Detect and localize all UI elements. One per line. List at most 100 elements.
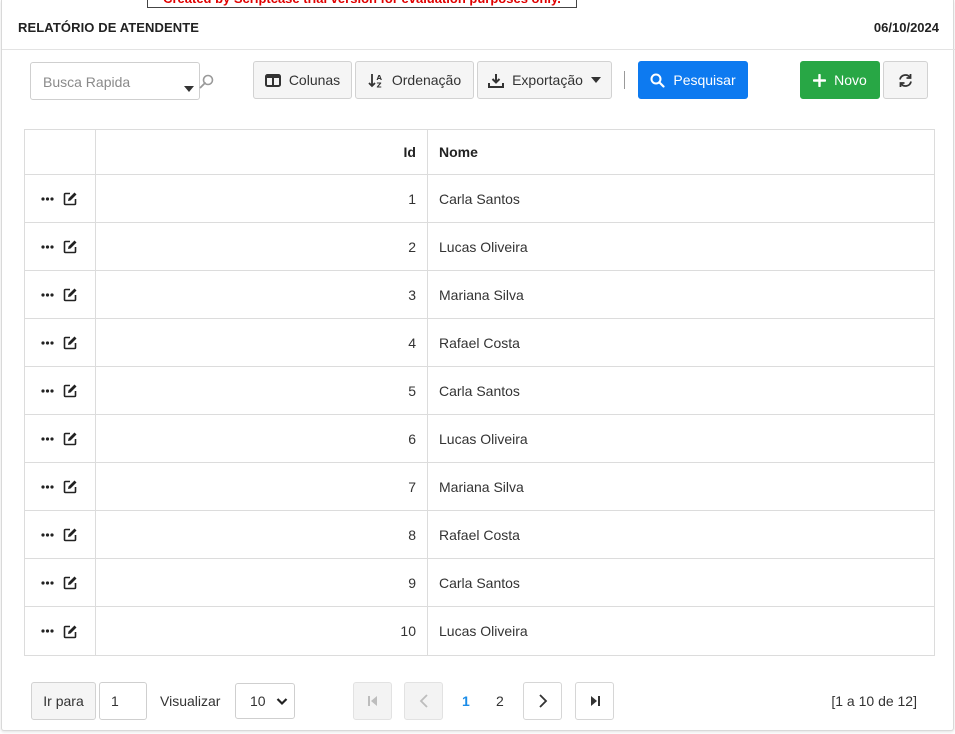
table-row: 7 Mariana Silva: [25, 463, 934, 511]
last-page-icon: [590, 696, 600, 706]
first-page-button[interactable]: [353, 682, 392, 720]
first-page-icon: [367, 696, 377, 706]
cell-nome: Mariana Silva: [439, 286, 524, 303]
page-link-current[interactable]: 1: [462, 693, 470, 709]
cell-nome: Lucas Oliveira: [439, 238, 528, 255]
edit-icon[interactable]: [63, 191, 78, 206]
page-size-value: 10: [250, 693, 266, 709]
download-icon: [488, 73, 505, 88]
edit-icon[interactable]: [63, 383, 78, 398]
columns-icon: [264, 73, 281, 87]
goto-page-input[interactable]: [99, 682, 147, 720]
column-header-id[interactable]: Id: [96, 130, 428, 174]
cell-id: 2: [96, 223, 428, 270]
edit-icon[interactable]: [63, 624, 78, 639]
row-actions: [25, 319, 96, 366]
edit-icon[interactable]: [63, 431, 78, 446]
new-button[interactable]: Novo: [800, 61, 880, 99]
sort-button-label: Ordenação: [391, 72, 462, 88]
cell-id: 1: [96, 175, 428, 222]
columns-button-label: Colunas: [288, 72, 341, 88]
row-actions: [25, 271, 96, 318]
more-options-icon[interactable]: [41, 580, 54, 585]
cell-id: 5: [96, 367, 428, 414]
row-actions: [25, 463, 96, 510]
quick-search-input[interactable]: [43, 72, 153, 92]
column-header-actions: [25, 130, 96, 174]
export-button-label: Exportação: [512, 72, 583, 88]
cell-id: 9: [96, 559, 428, 606]
page-size-select[interactable]: 10: [235, 683, 295, 719]
page-link[interactable]: 2: [496, 693, 504, 709]
report-date: 06/10/2024: [873, 20, 939, 35]
edit-icon[interactable]: [63, 575, 78, 590]
table-row: 1 Carla Santos: [25, 175, 934, 223]
caret-down-icon[interactable]: [184, 79, 194, 97]
report-header: RELATÓRIO DE ATENDENTE 06/10/2024: [2, 8, 955, 50]
cell-id: 10: [96, 607, 428, 655]
table-header-row: Id Nome: [25, 130, 934, 175]
cell-nome: Carla Santos: [439, 574, 520, 591]
more-options-icon[interactable]: [41, 292, 54, 297]
export-button[interactable]: Exportação: [477, 61, 612, 99]
row-actions: [25, 607, 96, 655]
search-icon[interactable]: [199, 74, 214, 94]
cell-nome: Carla Santos: [439, 190, 520, 207]
table-row: 6 Lucas Oliveira: [25, 415, 934, 463]
sort-icon: AZ: [368, 73, 382, 88]
page-title: RELATÓRIO DE ATENDENTE: [18, 20, 200, 35]
svg-text:Z: Z: [376, 81, 381, 88]
cell-id: 8: [96, 511, 428, 558]
more-options-icon[interactable]: [41, 532, 54, 537]
sort-button[interactable]: AZ Ordenação: [355, 61, 474, 99]
edit-icon[interactable]: [63, 479, 78, 494]
edit-icon[interactable]: [63, 287, 78, 302]
more-options-icon[interactable]: [41, 244, 54, 249]
table-row: 2 Lucas Oliveira: [25, 223, 934, 271]
report-panel: RELATÓRIO DE ATENDENTE 06/10/2024 Coluna…: [1, 0, 955, 731]
search-button-label: Pesquisar: [673, 72, 736, 88]
last-page-button[interactable]: [575, 682, 614, 720]
refresh-icon: [899, 73, 912, 87]
row-actions: [25, 367, 96, 414]
goto-page-button[interactable]: Ir para: [31, 682, 96, 720]
trial-banner: Created by Scriptcase trial version for …: [147, 0, 577, 8]
search-button[interactable]: Pesquisar: [638, 61, 748, 99]
records-summary: [1 a 10 de 12]: [831, 693, 917, 709]
edit-icon[interactable]: [63, 239, 78, 254]
cell-nome: Carla Santos: [439, 382, 520, 399]
quick-search[interactable]: [30, 62, 214, 100]
cell-nome: Mariana Silva: [439, 478, 524, 495]
new-button-label: Novo: [834, 72, 867, 88]
table-row: 5 Carla Santos: [25, 367, 934, 415]
more-options-icon[interactable]: [41, 196, 54, 201]
column-header-nome[interactable]: Nome: [428, 130, 934, 174]
cell-id: 6: [96, 415, 428, 462]
cell-id: 3: [96, 271, 428, 318]
cell-nome: Lucas Oliveira: [439, 623, 528, 639]
edit-icon[interactable]: [63, 335, 78, 350]
next-page-button[interactable]: [523, 682, 562, 720]
table-row: 8 Rafael Costa: [25, 511, 934, 559]
records-table: Id Nome 1 Carla Santos 2 Lucas Oliveira 3 Mar…: [24, 129, 935, 656]
pagination-bar: Ir para Visualizar 10 1 2 [1 a 10 de 12]: [2, 680, 955, 722]
table-row: 3 Mariana Silva: [25, 271, 934, 319]
more-options-icon[interactable]: [41, 388, 54, 393]
more-options-icon[interactable]: [41, 436, 54, 441]
more-options-icon[interactable]: [41, 484, 54, 489]
caret-down-icon: [590, 77, 601, 83]
cell-id: 4: [96, 319, 428, 366]
page-size-label: Visualizar: [160, 693, 221, 709]
plus-icon: [813, 73, 827, 87]
row-actions: [25, 559, 96, 606]
more-options-icon[interactable]: [41, 629, 54, 633]
refresh-button[interactable]: [883, 61, 928, 99]
toolbar-divider: [624, 71, 625, 89]
cell-id: 7: [96, 463, 428, 510]
columns-button[interactable]: Colunas: [253, 61, 352, 99]
row-actions: [25, 415, 96, 462]
more-options-icon[interactable]: [41, 340, 54, 345]
table-row: 4 Rafael Costa: [25, 319, 934, 367]
previous-page-button[interactable]: [404, 682, 443, 720]
edit-icon[interactable]: [63, 527, 78, 542]
